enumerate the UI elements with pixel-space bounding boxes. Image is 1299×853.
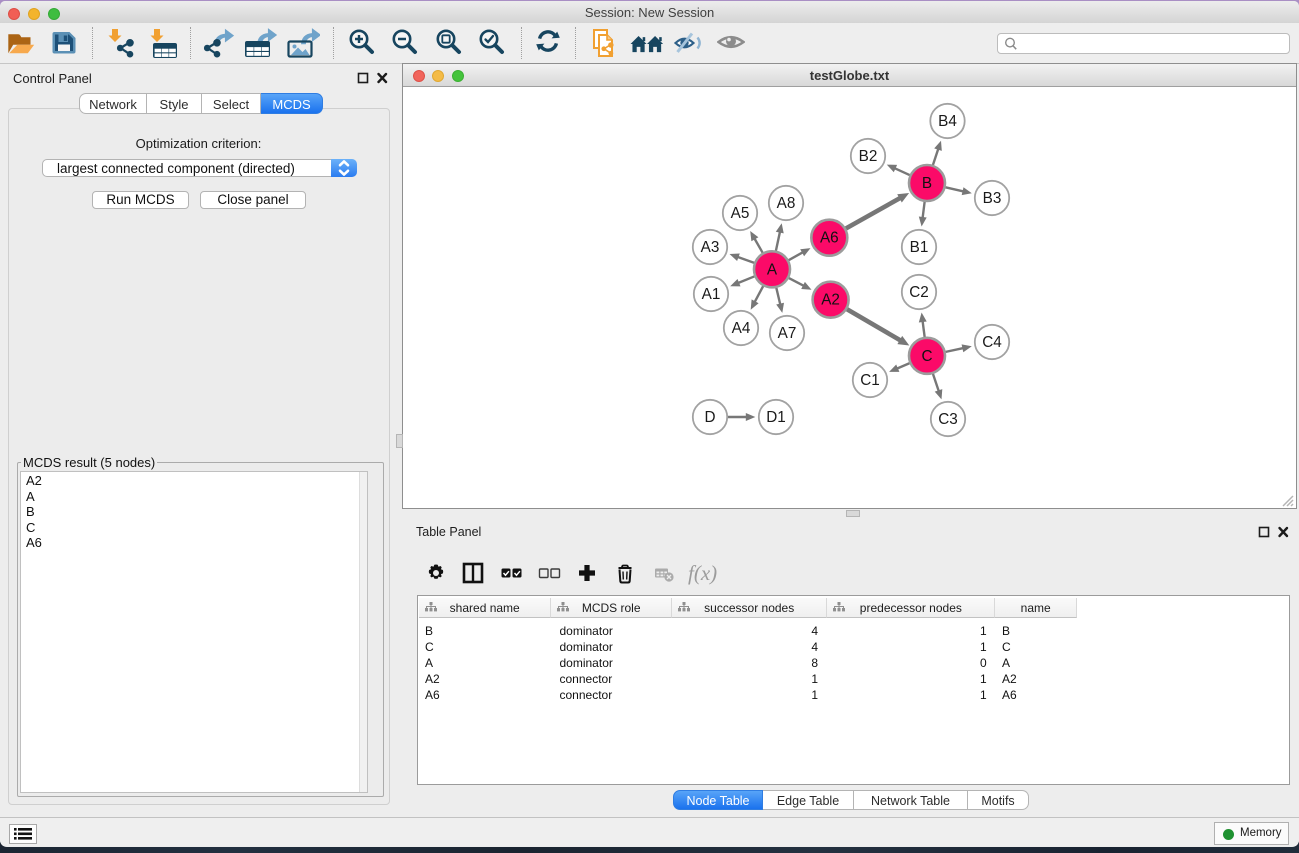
- svg-text:A1: A1: [702, 286, 721, 303]
- svg-text:B: B: [922, 175, 932, 192]
- svg-text:f(x): f(x): [688, 561, 717, 585]
- svg-text:C1: C1: [860, 372, 880, 389]
- svg-text:B3: B3: [983, 190, 1002, 207]
- svg-text:A2: A2: [821, 292, 840, 309]
- svg-text:D: D: [704, 409, 715, 426]
- svg-text:C: C: [921, 348, 932, 365]
- svg-text:B4: B4: [938, 113, 957, 130]
- svg-text:A7: A7: [778, 325, 797, 342]
- svg-text:D1: D1: [766, 409, 786, 426]
- svg-text:B2: B2: [859, 148, 878, 165]
- svg-text:C3: C3: [938, 411, 958, 428]
- svg-text:A: A: [767, 261, 778, 278]
- svg-text:C4: C4: [982, 334, 1002, 351]
- svg-text:B1: B1: [910, 239, 929, 256]
- svg-text:C2: C2: [909, 284, 929, 301]
- svg-text:A3: A3: [701, 239, 720, 256]
- svg-text:A4: A4: [732, 320, 751, 337]
- svg-text:A8: A8: [777, 195, 796, 212]
- svg-text:A5: A5: [731, 205, 750, 222]
- svg-text:A6: A6: [820, 230, 839, 247]
